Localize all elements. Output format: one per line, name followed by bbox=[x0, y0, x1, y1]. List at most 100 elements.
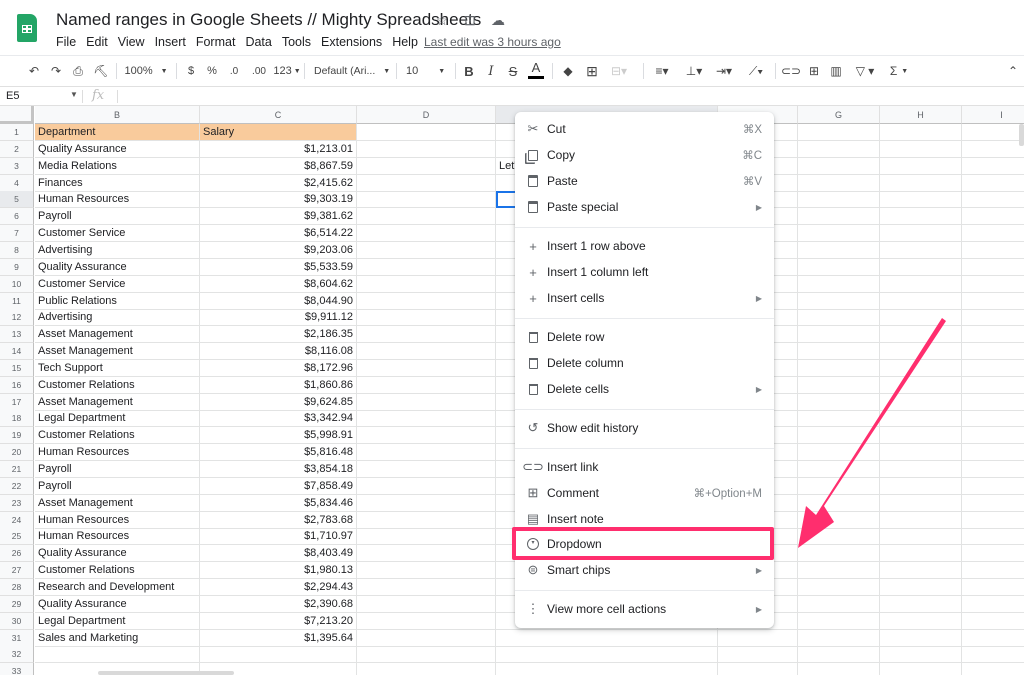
cell[interactable] bbox=[357, 124, 496, 141]
cell[interactable] bbox=[718, 646, 798, 664]
cell[interactable] bbox=[880, 578, 962, 596]
cell-salary[interactable]: $2,783.68 bbox=[200, 511, 357, 529]
cell[interactable] bbox=[798, 578, 880, 596]
last-edit-link[interactable]: Last edit was 3 hours ago bbox=[424, 35, 561, 49]
cell-department[interactable]: Tech Support bbox=[35, 359, 200, 377]
row-header[interactable]: 25 bbox=[0, 528, 34, 546]
fill-color-icon[interactable]: ◆ bbox=[560, 58, 576, 84]
cell[interactable] bbox=[962, 124, 1024, 141]
cell-salary[interactable]: $5,998.91 bbox=[200, 427, 357, 445]
cell[interactable] bbox=[962, 512, 1024, 529]
cell[interactable] bbox=[962, 562, 1024, 580]
row-header[interactable]: 16 bbox=[0, 376, 34, 394]
cell[interactable] bbox=[962, 444, 1024, 462]
chevron-down-icon[interactable]: ▼ bbox=[70, 90, 78, 99]
cell[interactable] bbox=[798, 241, 880, 259]
cell[interactable] bbox=[798, 157, 880, 175]
row-header[interactable]: 23 bbox=[0, 494, 34, 512]
cell[interactable] bbox=[357, 477, 496, 495]
collapse-toolbar-icon[interactable]: ⌃ bbox=[1006, 58, 1020, 84]
menu-item-paste-special[interactable]: Paste special ▶ bbox=[515, 194, 774, 220]
cell-department[interactable]: Legal Department bbox=[35, 612, 200, 630]
row-header[interactable]: 26 bbox=[0, 545, 34, 563]
cloud-status-icon[interactable]: ☁ bbox=[489, 12, 507, 29]
italic-button[interactable]: I bbox=[484, 58, 498, 84]
cell-salary[interactable]: $1,395.64 bbox=[200, 629, 357, 647]
cell[interactable] bbox=[357, 343, 496, 361]
text-rotation-icon[interactable]: ⟋▾ bbox=[743, 58, 769, 84]
cell[interactable] bbox=[357, 427, 496, 445]
cell[interactable] bbox=[357, 241, 496, 259]
cell[interactable] bbox=[798, 629, 880, 647]
menu-item-insert-cells[interactable]: + Insert cells ▶ bbox=[515, 285, 774, 311]
cell-salary[interactable]: $9,381.62 bbox=[200, 208, 357, 226]
cell-department[interactable]: Customer Service bbox=[35, 225, 200, 243]
cell[interactable] bbox=[357, 646, 496, 664]
menu-item-delete-column[interactable]: Delete column bbox=[515, 350, 774, 376]
sheets-logo-icon[interactable] bbox=[17, 14, 37, 42]
cell[interactable] bbox=[798, 258, 880, 276]
cell-salary[interactable]: $7,858.49 bbox=[200, 477, 357, 495]
cell[interactable] bbox=[496, 663, 718, 675]
cell[interactable] bbox=[880, 292, 962, 310]
cell-salary[interactable]: $2,294.43 bbox=[200, 578, 357, 596]
row-header[interactable]: 6 bbox=[0, 208, 34, 226]
cell-department[interactable]: Customer Relations bbox=[35, 562, 200, 580]
cell-salary[interactable] bbox=[200, 646, 357, 664]
cell[interactable] bbox=[880, 124, 962, 141]
menu-item-smart-chips[interactable]: ⊜ Smart chips ▶ bbox=[515, 557, 774, 583]
cell-department[interactable]: Quality Assurance bbox=[35, 545, 200, 563]
cell-salary[interactable]: $9,624.85 bbox=[200, 393, 357, 411]
cell-department[interactable]: Sales and Marketing bbox=[35, 629, 200, 647]
cell-salary[interactable]: $9,303.19 bbox=[200, 191, 357, 209]
cell[interactable] bbox=[798, 140, 880, 158]
cell[interactable] bbox=[880, 275, 962, 293]
menu-extensions[interactable]: Extensions bbox=[321, 35, 382, 49]
menu-insert[interactable]: Insert bbox=[155, 35, 186, 49]
menu-item-paste[interactable]: Paste ⌘V bbox=[515, 168, 774, 194]
cell[interactable] bbox=[962, 596, 1024, 613]
cell[interactable] bbox=[962, 175, 1024, 192]
move-to-folder-icon[interactable]: ⊡ bbox=[461, 12, 479, 29]
menu-item-insert-1-column-left[interactable]: + Insert 1 column left bbox=[515, 259, 774, 285]
cell-department[interactable]: Asset Management bbox=[35, 326, 200, 344]
merge-cells-icon[interactable]: ⊟▾ bbox=[607, 58, 631, 84]
cell[interactable] bbox=[880, 629, 962, 647]
cell[interactable] bbox=[962, 208, 1024, 226]
cell[interactable] bbox=[962, 630, 1024, 647]
row-header[interactable]: 11 bbox=[0, 292, 34, 310]
row-header[interactable]: 19 bbox=[0, 427, 34, 445]
menu-item-delete-row[interactable]: Delete row bbox=[515, 324, 774, 350]
cell[interactable] bbox=[880, 140, 962, 158]
currency-format-button[interactable]: $ bbox=[185, 58, 197, 84]
cell[interactable] bbox=[798, 124, 880, 141]
row-header[interactable]: 3 bbox=[0, 157, 34, 175]
functions-button[interactable]: Σ ▼ bbox=[886, 58, 912, 84]
cell[interactable] bbox=[962, 410, 1024, 428]
cell[interactable] bbox=[880, 157, 962, 175]
menu-view[interactable]: View bbox=[118, 35, 145, 49]
cell-department[interactable]: Advertising bbox=[35, 309, 200, 327]
cell-salary[interactable]: $5,816.48 bbox=[200, 444, 357, 462]
menu-format[interactable]: Format bbox=[196, 35, 236, 49]
cell[interactable] bbox=[962, 613, 1024, 630]
cell[interactable] bbox=[798, 663, 880, 675]
cell-department[interactable]: Quality Assurance bbox=[35, 140, 200, 158]
cell-department[interactable]: Quality Assurance bbox=[35, 258, 200, 276]
cell[interactable] bbox=[798, 292, 880, 310]
cell-department[interactable]: Payroll bbox=[35, 477, 200, 495]
row-header[interactable]: 18 bbox=[0, 410, 34, 428]
row-header[interactable]: 21 bbox=[0, 461, 34, 478]
row-header[interactable]: 12 bbox=[0, 309, 34, 327]
cell[interactable] bbox=[962, 646, 1024, 664]
row-header[interactable]: 24 bbox=[0, 511, 34, 529]
cell-salary[interactable]: $2,390.68 bbox=[200, 595, 357, 613]
cell[interactable] bbox=[962, 579, 1024, 596]
cell[interactable] bbox=[962, 478, 1024, 495]
cell[interactable] bbox=[962, 276, 1024, 293]
column-header-g[interactable]: G bbox=[798, 106, 880, 124]
insert-comment-icon[interactable]: ⊞ bbox=[806, 58, 822, 84]
cell-department[interactable]: Human Resources bbox=[35, 191, 200, 209]
cell[interactable] bbox=[357, 410, 496, 428]
cell-salary[interactable]: $3,342.94 bbox=[200, 410, 357, 428]
